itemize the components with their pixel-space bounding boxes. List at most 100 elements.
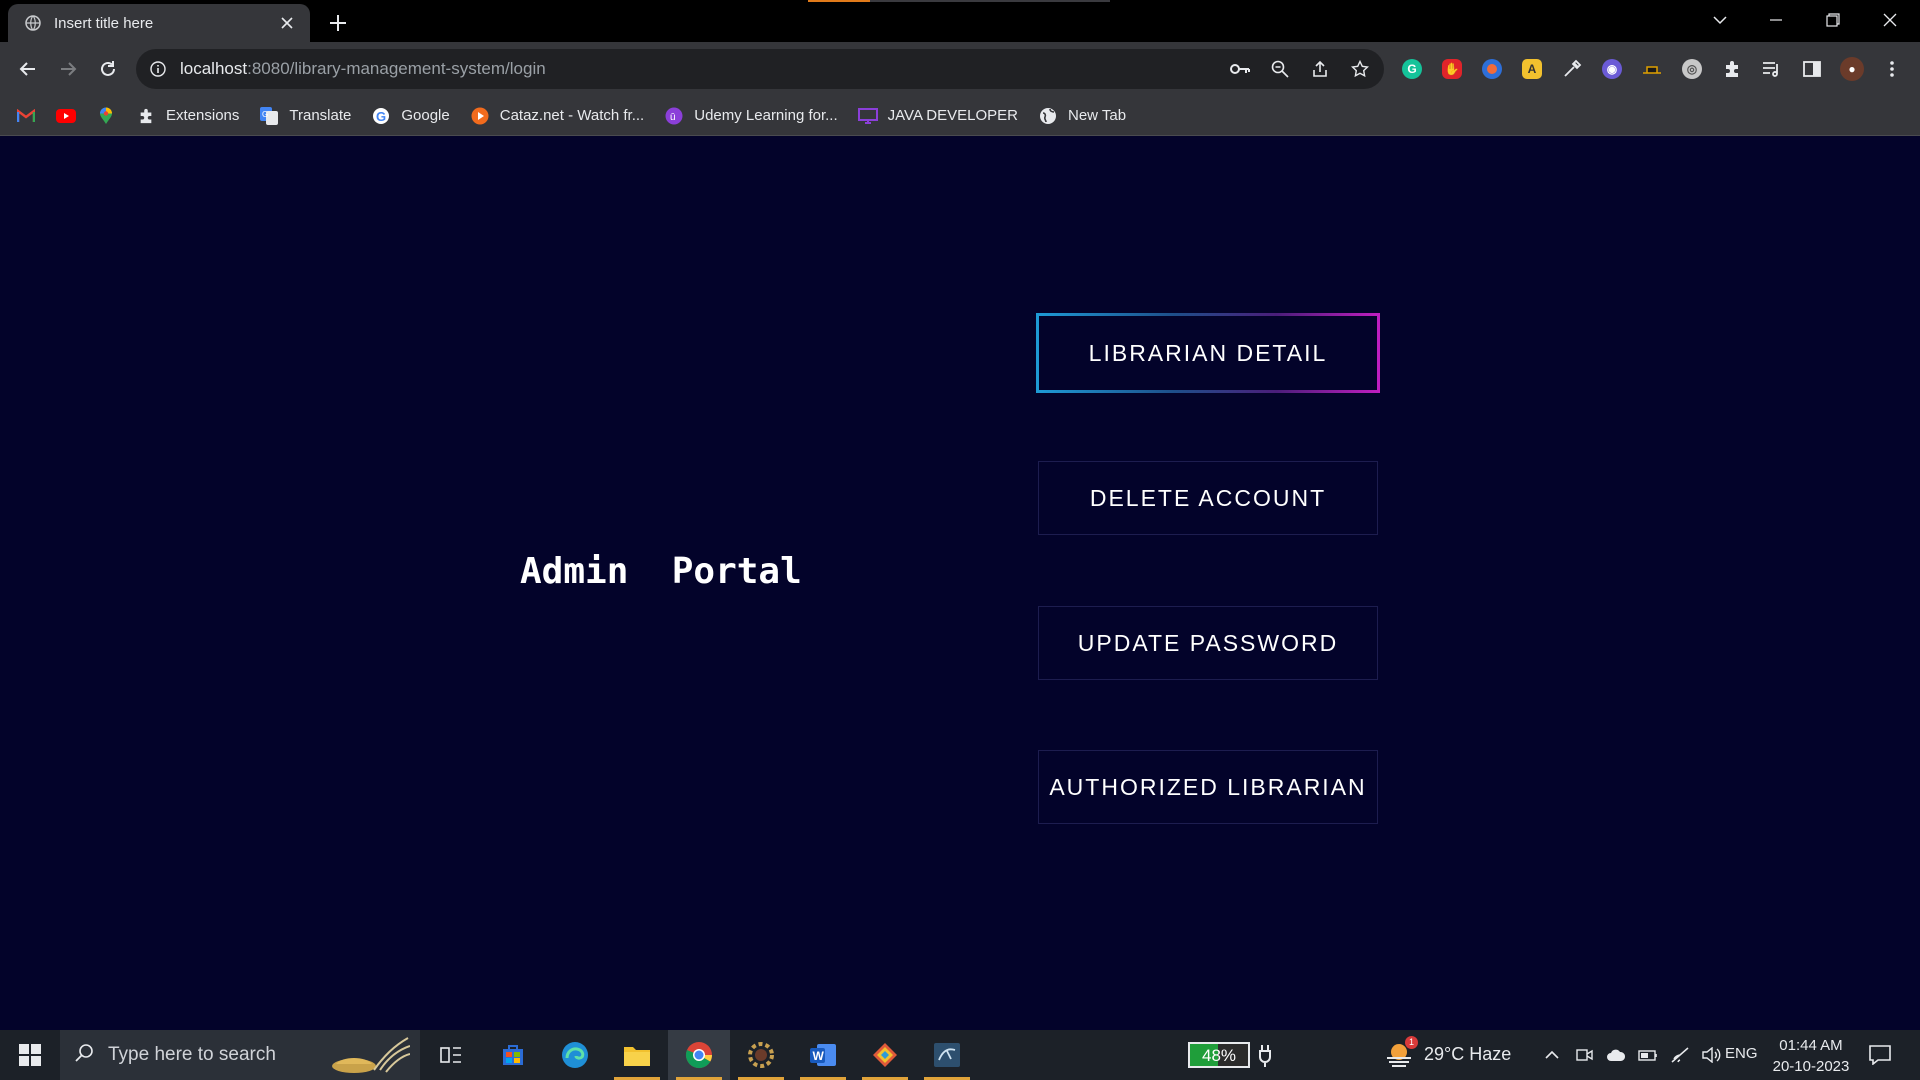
microsoft-store-icon[interactable] xyxy=(482,1030,544,1080)
language-indicator[interactable]: ENG xyxy=(1725,1045,1758,1062)
chevron-up-icon[interactable] xyxy=(1540,1044,1564,1066)
tab-search-icon[interactable] xyxy=(1692,0,1748,40)
volume-icon[interactable] xyxy=(1700,1044,1724,1066)
windows-taskbar: Type here to search W 48% 1 29°C Haze EN… xyxy=(0,1030,1920,1080)
battery-icon[interactable] xyxy=(1636,1044,1660,1066)
url-host: localhost xyxy=(180,59,248,78)
edge-browser-icon[interactable] xyxy=(544,1030,606,1080)
clock[interactable]: 01:44 AM 20-10-2023 xyxy=(1766,1035,1856,1077)
bookmark-java-developer[interactable]: JAVA DEVELOPER xyxy=(857,102,1018,130)
yellow-extension-icon[interactable]: A xyxy=(1516,54,1548,84)
weather-text: 29°C Haze xyxy=(1424,1043,1512,1064)
forward-button[interactable] xyxy=(52,53,84,85)
play-icon xyxy=(470,106,490,126)
bookmark-google[interactable]: G Google xyxy=(371,102,450,130)
restore-button[interactable] xyxy=(1805,0,1861,40)
mysql-workbench-icon[interactable] xyxy=(916,1030,978,1080)
weather-badge: 1 xyxy=(1405,1036,1418,1049)
word-icon[interactable]: W xyxy=(792,1030,854,1080)
bookmark-label: New Tab xyxy=(1067,107,1127,124)
taskbar-search-input[interactable]: Type here to search xyxy=(60,1030,420,1080)
tab-title: Insert title here xyxy=(54,14,154,32)
search-icon xyxy=(74,1043,94,1068)
browser-tab[interactable]: Insert title here xyxy=(8,4,310,42)
globe-icon xyxy=(24,14,42,32)
bookmark-gmail[interactable] xyxy=(16,102,36,130)
task-view-icon[interactable] xyxy=(420,1030,482,1080)
clock-time: 01:44 AM xyxy=(1779,1037,1843,1054)
site-info-icon[interactable] xyxy=(150,61,166,77)
windows-start-icon[interactable] xyxy=(0,1030,60,1080)
menu-kebab-icon[interactable] xyxy=(1876,54,1908,84)
bookmark-label: Google xyxy=(401,107,450,124)
youtube-icon xyxy=(56,106,76,126)
search-placeholder: Type here to search xyxy=(108,1044,276,1065)
bookmark-label: Udemy Learning for... xyxy=(694,107,838,124)
diya-decoration-icon xyxy=(332,1037,410,1073)
zoom-icon[interactable] xyxy=(1264,57,1296,81)
grammarly-extension-icon[interactable]: G xyxy=(1396,54,1428,84)
meet-now-icon[interactable] xyxy=(1572,1044,1596,1066)
weather-haze-icon: 1 xyxy=(1384,1036,1418,1068)
file-explorer-icon[interactable] xyxy=(606,1030,668,1080)
update-password-button[interactable]: UPDATE PASSWORD xyxy=(1038,606,1378,680)
new-tab-button[interactable] xyxy=(324,9,352,37)
svg-text:ū: ū xyxy=(670,112,676,123)
bookmark-extensions[interactable]: Extensions xyxy=(136,102,239,130)
wifi-icon[interactable] xyxy=(1668,1044,1692,1066)
address-bar[interactable]: localhost:8080/library-management-system… xyxy=(136,49,1384,89)
clock-date: 20-10-2023 xyxy=(1772,1058,1850,1075)
weather-widget[interactable]: 1 29°C Haze xyxy=(1384,1036,1512,1068)
bookmarks-bar: Extensions G Translate G Google Cataz.ne… xyxy=(0,96,1920,136)
bookmark-new-tab[interactable]: New Tab xyxy=(1038,102,1126,130)
delete-account-button[interactable]: DELETE ACCOUNT xyxy=(1038,461,1378,535)
bookmark-translate[interactable]: G Translate xyxy=(259,102,351,130)
settings-gear-app-icon[interactable] xyxy=(730,1030,792,1080)
reload-button[interactable] xyxy=(92,53,124,85)
key-icon[interactable] xyxy=(1224,57,1256,81)
bookmark-youtube[interactable] xyxy=(56,102,76,130)
battery-percent: 48% xyxy=(1201,1046,1237,1065)
bookmark-star-icon[interactable] xyxy=(1344,57,1376,81)
bookmark-udemy[interactable]: ū Udemy Learning for... xyxy=(664,102,838,130)
monitor-icon xyxy=(857,106,878,126)
tab-strip-indicator-accent xyxy=(808,0,870,2)
share-icon[interactable] xyxy=(1304,57,1336,81)
gmail-icon xyxy=(16,106,36,126)
hat-extension-icon[interactable] xyxy=(1636,54,1668,84)
profile-avatar-icon[interactable]: ● xyxy=(1836,54,1868,84)
close-window-button[interactable] xyxy=(1862,0,1918,40)
system-tray xyxy=(1540,1044,1724,1066)
bookmark-label: Extensions xyxy=(166,107,240,124)
reading-list-icon[interactable] xyxy=(1756,54,1788,84)
bookmark-cataz[interactable]: Cataz.net - Watch fr... xyxy=(470,102,644,130)
svg-text:G: G xyxy=(376,109,386,124)
side-panel-icon[interactable] xyxy=(1796,54,1828,84)
eyedropper-extension-icon[interactable] xyxy=(1556,54,1588,84)
extensions-puzzle-icon[interactable] xyxy=(1716,54,1748,84)
puzzle-icon xyxy=(136,106,156,126)
battery-meter[interactable]: 48% xyxy=(1188,1042,1250,1068)
authorized-librarian-button[interactable]: AUTHORIZED LIBRARIAN xyxy=(1038,750,1378,824)
back-button[interactable] xyxy=(12,53,44,85)
circle-extension-icon[interactable]: ◎ xyxy=(1676,54,1708,84)
translate-icon: G xyxy=(259,106,279,126)
close-tab-icon[interactable] xyxy=(276,12,298,34)
git-tool-icon[interactable] xyxy=(854,1030,916,1080)
page-title: Admin Portal xyxy=(520,551,802,592)
svg-text:W: W xyxy=(813,1049,825,1063)
udemy-icon: ū xyxy=(664,106,684,126)
notification-center-icon[interactable] xyxy=(1864,1042,1896,1068)
admin-portal-page: Admin Portal LIBRARIAN DETAIL DELETE ACC… xyxy=(0,137,1920,1030)
bot-extension-icon[interactable]: ◉ xyxy=(1596,54,1628,84)
onedrive-cloud-icon[interactable] xyxy=(1604,1044,1628,1066)
chrome-icon[interactable] xyxy=(668,1030,730,1080)
maps-pin-icon xyxy=(96,106,116,126)
librarian-detail-button[interactable]: LIBRARIAN DETAIL xyxy=(1036,313,1380,393)
bookmark-maps[interactable] xyxy=(96,102,116,130)
minimize-button[interactable] xyxy=(1748,0,1804,40)
adblock-extension-icon[interactable]: ✋ xyxy=(1436,54,1468,84)
color-extension-icon[interactable] xyxy=(1476,54,1508,84)
svg-text:G: G xyxy=(262,110,268,119)
globe-icon xyxy=(1038,106,1058,126)
